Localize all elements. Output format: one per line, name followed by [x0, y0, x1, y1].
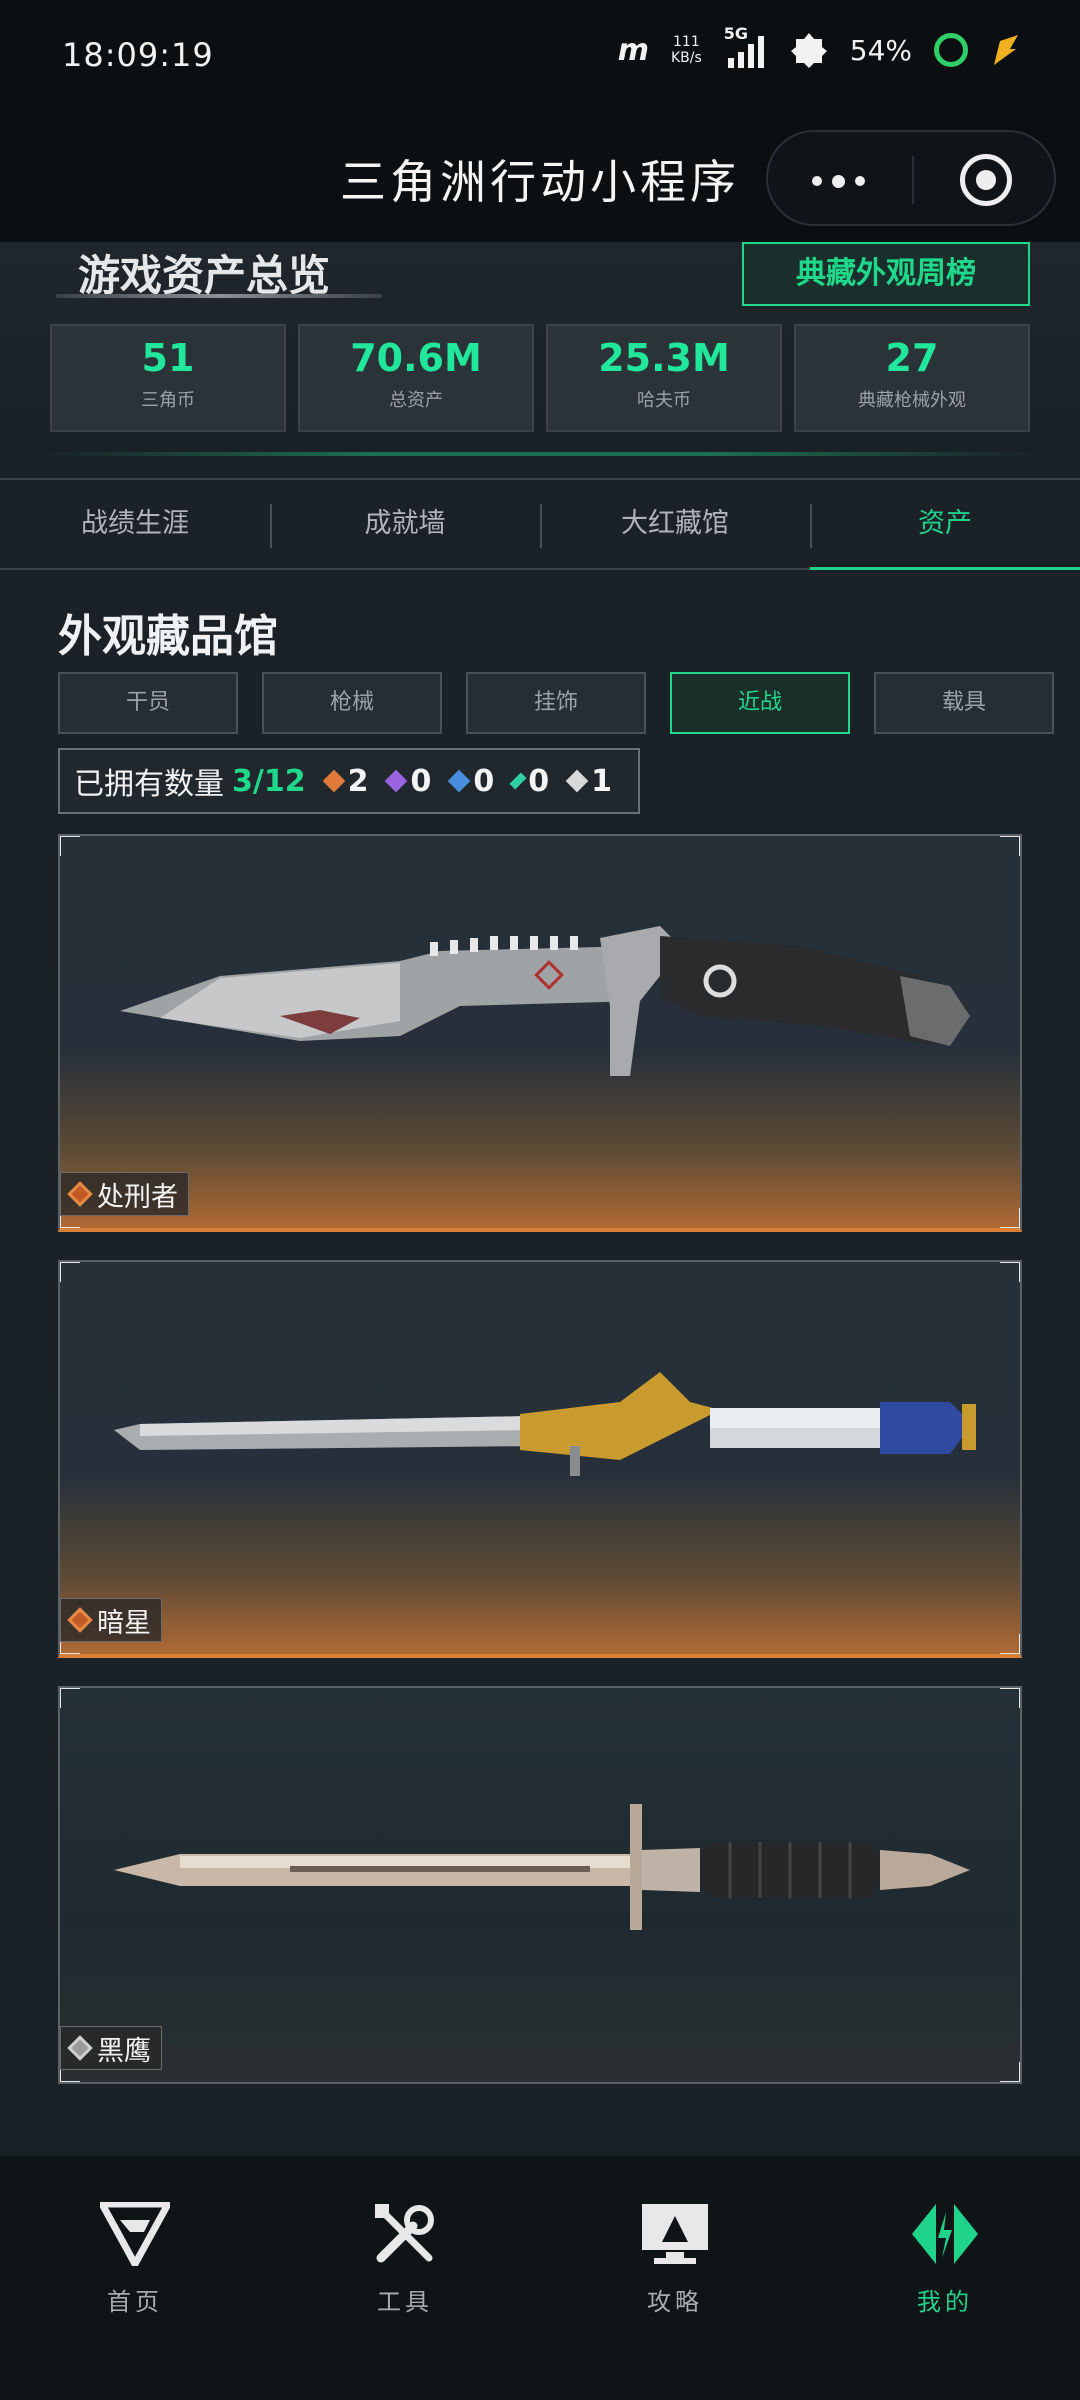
- category-vehicles[interactable]: 载具: [874, 672, 1054, 734]
- tab-assets[interactable]: 资产: [810, 480, 1080, 570]
- rarity-blue-count: 0: [448, 764, 494, 799]
- status-icons: m 111 KB/s 5G 54%: [617, 24, 1020, 70]
- app-title: 三角洲行动小程序: [340, 155, 740, 209]
- close-miniprogram-icon[interactable]: [960, 154, 1012, 206]
- stat-delta-coin: 51 三角币: [50, 324, 286, 432]
- stat-collection-skins: 27 典藏枪械外观: [794, 324, 1030, 432]
- rarity-white-count: 1: [565, 764, 612, 799]
- rarity-purple-count: 0: [385, 764, 431, 799]
- item-name-tag: 处刑者: [60, 1172, 189, 1216]
- tab-achievements[interactable]: 成就墙: [270, 480, 540, 568]
- tab-career[interactable]: 战绩生涯: [0, 480, 270, 568]
- nav-profile[interactable]: 我的: [810, 2156, 1080, 2400]
- signal-icon: 5G: [724, 24, 768, 70]
- owned-count: 3/12: [232, 763, 306, 799]
- asset-overview: 游戏资产总览 典藏外观周榜 51 三角币 70.6M 总资产 25.3M 哈夫币 27…: [0, 242, 1080, 460]
- collection-title: 外观藏品馆: [58, 611, 278, 662]
- category-filter: 干员 枪械 挂饰 近战 载具: [58, 672, 1054, 734]
- green-diamond-icon: [509, 772, 527, 790]
- item-card-black-hawk[interactable]: 黑鹰: [58, 1686, 1022, 2084]
- stat-haf-coin: 25.3M 哈夫币: [546, 324, 782, 432]
- white-diamond-icon: [67, 2035, 93, 2061]
- item-card-executioner[interactable]: 处刑者: [58, 834, 1022, 1232]
- guide-monitor-icon: [642, 2204, 708, 2264]
- tab-red-collection[interactable]: 大红藏馆: [540, 480, 810, 568]
- category-operators[interactable]: 干员: [58, 672, 238, 734]
- item-card-dark-star[interactable]: 暗星: [58, 1260, 1022, 1658]
- badge-icon: [790, 33, 827, 68]
- clock: 18:09:19: [62, 36, 214, 74]
- knife-dark-star-image: [114, 1372, 976, 1476]
- nav-home[interactable]: 首页: [0, 2156, 270, 2400]
- purple-diamond-icon: [385, 769, 408, 793]
- hyperos-icon: m: [617, 32, 649, 68]
- network-speed: 111 KB/s: [670, 34, 702, 66]
- title-underline: [56, 294, 382, 298]
- owned-summary: 已拥有数量 3/12 2 0 0 0 1: [58, 748, 640, 814]
- owned-label: 已拥有数量: [74, 767, 224, 802]
- category-charms[interactable]: 挂饰: [466, 672, 646, 734]
- tools-icon: [375, 2204, 434, 2263]
- weekly-ranking-button[interactable]: 典藏外观周榜: [742, 242, 1030, 306]
- category-guns[interactable]: 枪械: [262, 672, 442, 734]
- rarity-orange-count: 2: [322, 764, 368, 799]
- status-bar: 18:09:19 m 111 KB/s 5G 54%: [0, 0, 1080, 120]
- charging-icon: [994, 35, 1018, 65]
- profile-logo-icon: [912, 2204, 978, 2264]
- mini-program-titlebar: 三角洲行动小程序: [0, 120, 1080, 242]
- orange-diamond-icon: [67, 1607, 93, 1633]
- knife-executioner-image: [120, 926, 970, 1076]
- item-name-tag: 黑鹰: [60, 2026, 162, 2070]
- orange-diamond-icon: [322, 769, 345, 793]
- category-melee[interactable]: 近战: [670, 672, 850, 734]
- capsule-menu: [766, 130, 1056, 226]
- knife-black-hawk-image: [114, 1804, 970, 1930]
- battery-ring-icon: [934, 33, 968, 67]
- orange-diamond-icon: [67, 1181, 93, 1207]
- blue-diamond-icon: [448, 769, 471, 793]
- battery-percent: 54%: [849, 33, 912, 67]
- item-name-tag: 暗星: [60, 1598, 162, 1642]
- nav-guide[interactable]: 攻略: [540, 2156, 810, 2400]
- profile-tabs: 战绩生涯 成就墙 大红藏馆 资产: [0, 478, 1080, 570]
- more-icon[interactable]: [812, 175, 865, 188]
- white-diamond-icon: [565, 769, 589, 793]
- nav-tools[interactable]: 工具: [270, 2156, 540, 2400]
- rarity-green-count: 0: [509, 764, 549, 799]
- stat-total-assets: 70.6M 总资产: [298, 324, 534, 432]
- home-logo-icon: [100, 2202, 170, 2266]
- bottom-navigation: 首页 工具 攻略 我的: [0, 2156, 1080, 2400]
